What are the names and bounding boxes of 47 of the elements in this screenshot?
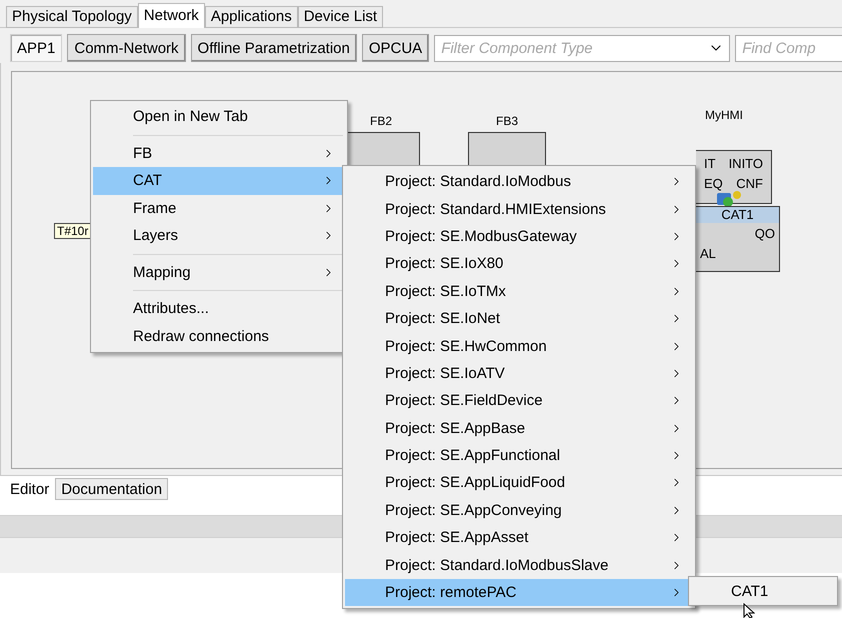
menu-item[interactable]: Project: SE.IoX80	[345, 250, 693, 278]
menu-item[interactable]: CAT	[93, 167, 345, 194]
menu-item[interactable]: Project: SE.AppAsset	[345, 524, 693, 552]
application-button[interactable]: Offline Parametrization	[190, 34, 357, 62]
menu-item[interactable]: Project: SE.AppBase	[345, 414, 693, 442]
pin-label: EQ	[704, 176, 723, 190]
menu-item[interactable]: Attributes...	[93, 295, 345, 322]
menu-item[interactable]: Project: SE.AppConveying	[345, 496, 693, 524]
menu-item[interactable]: Project: Standard.HMIExtensions	[345, 195, 693, 223]
instance-name: CAT1	[696, 207, 779, 223]
menu-item[interactable]: CAT1	[691, 579, 835, 603]
menu-item[interactable]: Mapping	[93, 258, 345, 286]
filter-dropdown[interactable]: Filter Component Type	[434, 34, 730, 62]
tab[interactable]: Applications	[204, 6, 298, 28]
menu-item[interactable]: Open in New Tab	[93, 103, 345, 130]
block-title: MyHMI	[705, 108, 743, 122]
block-title: FB2	[370, 114, 392, 128]
pin-label: INITO	[728, 156, 763, 170]
pin-label: IT	[704, 156, 716, 170]
menu-item[interactable]: Project: SE.HwCommon	[345, 332, 693, 360]
menu-item[interactable]: Layers	[93, 222, 345, 250]
menu-item[interactable]: FB	[93, 140, 345, 167]
menu-item[interactable]: Project: SE.IoATV	[345, 360, 693, 388]
pin-label: QO	[754, 226, 775, 240]
pin-label: CNF	[736, 176, 763, 190]
menu-item[interactable]: Project: SE.AppFunctional	[345, 442, 693, 470]
tab[interactable]: Network	[138, 3, 205, 28]
menu-item[interactable]: Project: SE.ModbusGateway	[345, 222, 693, 250]
block-title: FB3	[496, 114, 518, 128]
menu-item[interactable]: Frame	[93, 194, 345, 222]
application-button[interactable]: Comm-Network	[67, 34, 186, 62]
tab[interactable]: Physical Topology	[6, 6, 138, 28]
menu-item[interactable]: Project: SE.FieldDevice	[345, 387, 693, 415]
pin-label: AL	[700, 246, 716, 260]
tab[interactable]: Device List	[298, 6, 384, 28]
menu-item[interactable]: Project: SE.AppLiquidFood	[345, 469, 693, 497]
menu-item[interactable]: Project: Standard.IoModbus	[345, 168, 693, 196]
constant-label: T#10r	[54, 223, 92, 239]
tab[interactable]: Documentation	[55, 478, 168, 500]
menu-item[interactable]: Project: SE.IoNet	[345, 304, 693, 332]
application-button[interactable]: APP1	[10, 34, 62, 62]
menu-item[interactable]: Project: Standard.IoModbusSlave	[345, 551, 693, 579]
hmi-icon	[716, 190, 742, 208]
find-field[interactable]: Find Comp	[735, 34, 842, 62]
menu-item[interactable]: Redraw connections	[93, 322, 345, 350]
application-button[interactable]: OPCUA	[362, 34, 430, 62]
menu-item[interactable]: Project: SE.IoTMx	[345, 278, 693, 305]
